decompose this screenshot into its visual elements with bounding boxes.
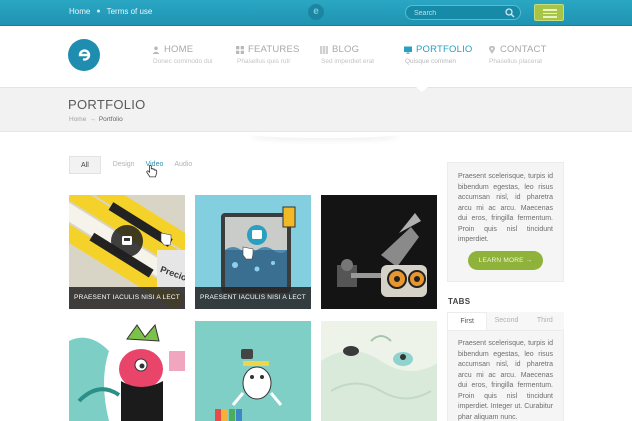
nav-label: HOME <box>164 44 194 55</box>
nav-item-home[interactable]: HOME Donec commodo dui <box>152 44 236 65</box>
top-link-home[interactable]: Home <box>69 7 90 16</box>
grid-icon <box>236 45 244 54</box>
top-bar: Home ● Terms of use e <box>0 0 632 26</box>
filter-design[interactable]: Design <box>113 156 146 174</box>
monitor-icon <box>404 46 412 54</box>
page-title-band: PORTFOLIO Home → Portfolio <box>0 88 632 132</box>
filter-all[interactable]: All <box>69 156 101 174</box>
breadcrumb: Home → Portfolio <box>69 116 123 123</box>
portfolio-item[interactable] <box>195 321 311 421</box>
portfolio-item[interactable] <box>321 321 437 421</box>
portfolio-item[interactable]: PRAESENT IACULIS NISI A LECT <box>195 195 311 309</box>
sidebar-text-widget: Praesent scelerisque, turpis id bibendum… <box>447 162 564 282</box>
nav-sublabel: Quisque commen <box>405 58 456 65</box>
character-illustration-image <box>69 321 185 421</box>
breadcrumb-separator: → <box>89 116 96 123</box>
location-pin-icon <box>489 45 495 54</box>
site-logo[interactable] <box>68 39 100 71</box>
header: HOME Donec commodo dui FEATURES Phasellu… <box>0 26 632 88</box>
menu-bar-icon <box>543 12 557 14</box>
breadcrumb-home[interactable]: Home <box>69 116 86 123</box>
search-icon[interactable] <box>505 8 515 18</box>
robot-image <box>321 195 437 309</box>
portfolio-item[interactable] <box>321 195 437 309</box>
menu-button[interactable] <box>534 4 564 21</box>
top-link-terms[interactable]: Terms of use <box>107 7 153 16</box>
figure-illustration-image <box>195 321 311 421</box>
mini-logo[interactable]: e <box>308 4 324 20</box>
menu-bar-icon <box>543 9 557 11</box>
sketch-illustration-image <box>321 321 437 421</box>
nav-item-contact[interactable]: CONTACT Phasellus placerat <box>488 44 572 65</box>
nav-label: FEATURES <box>248 44 300 55</box>
portfolio-item[interactable]: Precio PRAESENT IACULIS NISI A LECT <box>69 195 185 309</box>
portfolio-filters: All Design Video Audio <box>69 156 203 174</box>
tab-second[interactable]: Second <box>487 312 526 330</box>
page: Home ● Terms of use e Search HOME Donec … <box>0 0 632 421</box>
tabs-bar: First Second Third <box>447 312 564 330</box>
user-icon <box>152 46 160 54</box>
nav-item-features[interactable]: FEATURES Phasellus quis rutr <box>236 44 320 65</box>
nav-sublabel: Donec commodo dui <box>153 58 213 65</box>
columns-icon <box>320 45 328 54</box>
nav-label: CONTACT <box>500 44 547 55</box>
tab-panel: Praesent scelerisque, turpis id bibendum… <box>447 330 564 421</box>
nav-sublabel: Phasellus placerat <box>489 58 543 65</box>
separator-dot: ● <box>96 8 101 15</box>
sidebar-text: Praesent scelerisque, turpis id bibendum… <box>458 173 553 243</box>
main-nav: HOME Donec commodo dui FEATURES Phasellu… <box>152 44 572 65</box>
nav-item-portfolio[interactable]: PORTFOLIO Quisque commen <box>404 44 488 65</box>
tab-first[interactable]: First <box>447 312 488 330</box>
nav-label: PORTFOLIO <box>416 44 473 55</box>
breadcrumb-current: Portfolio <box>98 116 123 123</box>
learn-more-button[interactable]: LEARN MORE → <box>468 251 543 270</box>
nav-sublabel: Sed imperdiet erat <box>321 58 375 65</box>
portfolio-item[interactable] <box>69 321 185 421</box>
band-shadow <box>250 130 400 138</box>
filter-audio[interactable]: Audio <box>174 156 203 174</box>
hand-cursor-icon <box>146 165 158 178</box>
page-title: PORTFOLIO <box>68 97 146 112</box>
portfolio-caption: PRAESENT IACULIS NISI A LECT <box>195 287 311 309</box>
nav-item-blog[interactable]: BLOG Sed imperdiet erat <box>320 44 404 65</box>
tab-panel-text: Praesent scelerisque, turpis id bibendum… <box>458 340 553 421</box>
search-box <box>405 5 521 20</box>
active-nav-caret <box>416 87 428 92</box>
nav-label: BLOG <box>332 44 360 55</box>
nav-sublabel: Phasellus quis rutr <box>237 58 291 65</box>
portfolio-caption: PRAESENT IACULIS NISI A LECT <box>69 287 185 309</box>
top-links: Home ● Terms of use <box>69 7 152 16</box>
tabs-heading: TABS <box>448 297 471 306</box>
search-input[interactable] <box>414 7 504 19</box>
tab-third[interactable]: Third <box>525 312 564 330</box>
logo-e-icon <box>78 49 91 61</box>
menu-bar-icon <box>543 16 557 18</box>
